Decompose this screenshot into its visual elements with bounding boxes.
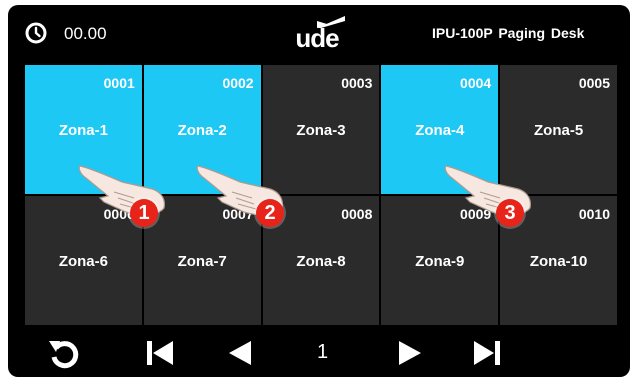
zone-label: Zona-5 [534, 122, 584, 139]
zone-label: Zona-7 [177, 253, 227, 270]
callout-badge-1: 1 [130, 199, 158, 227]
zone-label: Zona-6 [58, 253, 108, 270]
ude-logo: ude [287, 15, 347, 51]
zone-button-3[interactable]: 0003 Zona-3 [262, 65, 380, 194]
zone-number: 0008 [341, 206, 373, 222]
zone-number: 0005 [578, 75, 610, 91]
pagination-bar: 1 [8, 327, 630, 377]
zone-button-2[interactable]: 0002 Zona-2 [143, 65, 261, 194]
next-icon[interactable] [393, 335, 429, 371]
paging-desk-screen: 00.00 ude IPU-100P Paging Desk 0001 Zona… [8, 5, 630, 377]
callout-badge-3: 3 [496, 199, 524, 227]
skip-last-icon[interactable] [469, 335, 505, 371]
zone-label: Zona-4 [415, 122, 465, 139]
clock-icon [25, 22, 47, 44]
zone-label: Zona-2 [177, 122, 227, 139]
zone-button-4[interactable]: 0004 Zona-4 [381, 65, 499, 194]
zone-button-6[interactable]: 0006 Zona-6 [25, 196, 142, 325]
zone-label: Zona-3 [296, 122, 346, 139]
zone-number: 0001 [103, 75, 135, 91]
zone-number: 0003 [341, 75, 373, 91]
zone-button-5[interactable]: 0005 Zona-5 [500, 65, 617, 194]
top-bar: 00.00 ude IPU-100P Paging Desk [8, 5, 630, 63]
zone-label: Zona-1 [58, 122, 108, 139]
page-number: 1 [317, 341, 329, 363]
zone-button-1[interactable]: 0001 Zona-1 [25, 65, 142, 194]
skip-first-icon[interactable] [142, 335, 178, 371]
zone-number: 0004 [460, 75, 492, 91]
refresh-icon[interactable] [46, 335, 82, 371]
clock-time: 00.00 [64, 24, 107, 43]
zone-number: 0007 [222, 206, 254, 222]
zone-label: Zona-10 [529, 253, 588, 270]
zone-number: 0010 [578, 206, 610, 222]
zone-label: Zona-8 [296, 253, 346, 270]
zone-button-7[interactable]: 0007 Zona-7 [143, 196, 261, 325]
previous-icon[interactable] [221, 335, 257, 371]
device-title: IPU-100P Paging Desk [432, 25, 585, 41]
logo-text: ude [295, 23, 339, 53]
zone-number: 0009 [460, 206, 492, 222]
zone-button-9[interactable]: 0009 Zona-9 [381, 196, 499, 325]
callout-badge-2: 2 [256, 199, 284, 227]
zone-number: 0002 [222, 75, 254, 91]
zone-label: Zona-9 [415, 253, 465, 270]
zone-grid: 0001 Zona-1 0002 Zona-2 0003 Zona-3 0004… [25, 65, 617, 325]
